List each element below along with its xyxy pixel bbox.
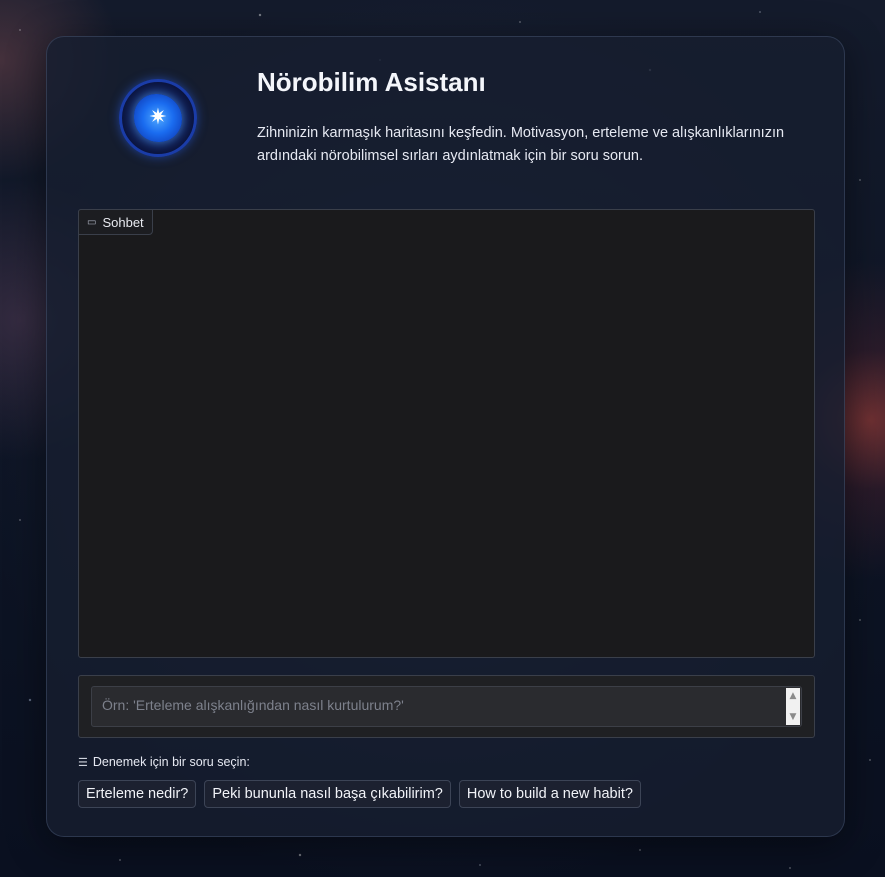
input-scrollbar[interactable]: ▲ ▼	[786, 688, 800, 725]
brain-icon: ✷	[134, 94, 182, 142]
message-input[interactable]	[92, 687, 786, 726]
example-question-button[interactable]: Erteleme nedir?	[78, 780, 197, 808]
example-question-button[interactable]: Peki bununla nasıl başa çıkabilirim?	[204, 780, 451, 808]
page-description: Zihninizin karmaşık haritasını keşfedin.…	[257, 125, 785, 164]
example-question-button[interactable]: How to build a new habit?	[458, 780, 641, 808]
examples-heading-text: Denemek için bir soru seçin:	[92, 755, 250, 769]
list-icon: ☰	[78, 756, 88, 769]
assistant-panel: ✷ Nörobilim Asistanı Zihninizin karmaşık…	[46, 36, 845, 837]
chat-tab-label: ▭ Sohbet	[78, 209, 153, 235]
chat-bubble-icon: ▭	[87, 216, 97, 228]
page-title: Nörobilim Asistanı	[257, 67, 486, 97]
brain-logo: ✷	[119, 79, 197, 157]
chat-tab-text: Sohbet	[102, 214, 144, 230]
scroll-down-arrow-icon[interactable]: ▼	[786, 710, 800, 724]
star-icon: ✷	[148, 105, 168, 130]
message-input-box: ▲ ▼	[91, 686, 802, 727]
message-input-container: ▲ ▼	[78, 675, 815, 738]
scroll-up-arrow-icon[interactable]: ▲	[786, 689, 800, 703]
examples-heading: ☰ Denemek için bir soru seçin:	[78, 755, 250, 769]
example-questions: Erteleme nedir? Peki bununla nasıl başa …	[78, 780, 641, 808]
chat-area: ▭ Sohbet	[78, 209, 815, 658]
